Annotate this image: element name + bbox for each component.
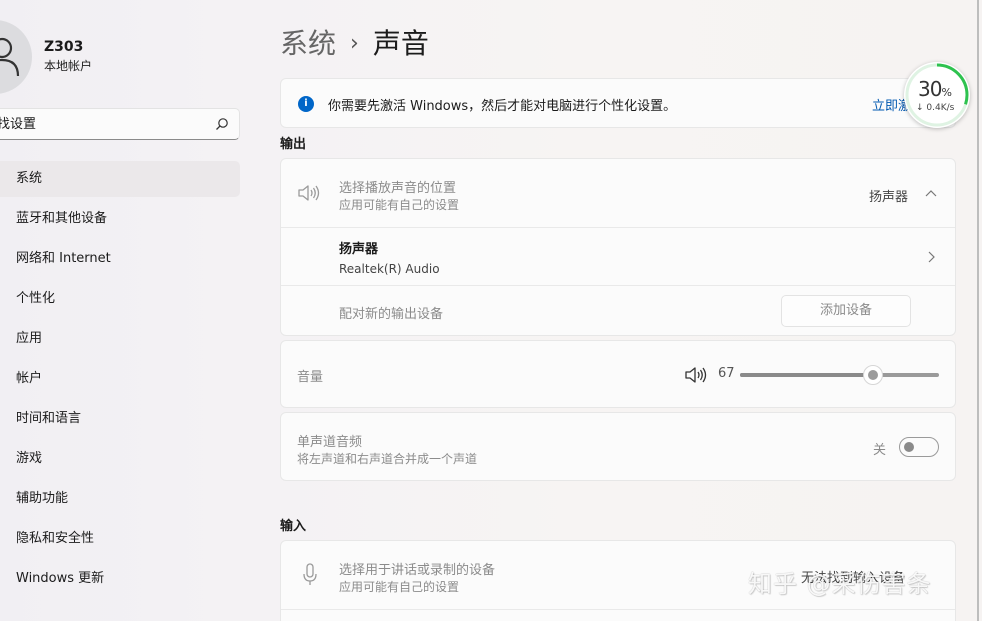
output-card: 选择播放声音的位置 应用可能有自己的设置 扬声器 扬声器 Realtek(R) … [280,158,956,336]
output-choose-subtitle: 应用可能有自己的设置 [339,198,460,212]
nav-item-accounts[interactable]: 帐户 [0,361,240,397]
input-section-title: 输入 [280,519,307,534]
add-device-button[interactable]: 添加设备 [781,295,911,327]
nav-item-privacy[interactable]: 隐私和安全性 [0,521,240,557]
volume-label: 音量 [297,370,324,385]
watermark: 知乎 @采伤害条 [748,570,932,598]
breadcrumb-parent[interactable]: 系统 [280,27,336,60]
nav-item-apps[interactable]: 应用 [0,321,240,357]
volume-slider[interactable] [740,365,939,385]
search-input[interactable] [0,109,205,139]
person-icon [0,37,20,76]
activation-banner: i 你需要先激活 Windows，然后才能对电脑进行个性化设置。 立即激 [280,78,956,128]
output-device-selector[interactable]: 选择播放声音的位置 应用可能有自己的设置 扬声器 [281,159,955,227]
input-choose-title: 选择用于讲话或录制的设备 [339,563,496,578]
volume-card: 音量 67 [280,340,956,408]
network-percent: 30% [918,77,952,101]
pair-output-label: 配对新的输出设备 [339,307,444,322]
nav-item-windows-update[interactable]: Windows 更新 [0,561,240,597]
output-selected-device: 扬声器 [869,190,909,205]
volume-slider-fill [740,373,874,377]
input-choose-subtitle: 应用可能有自己的设置 [339,580,460,594]
nav-item-personalization[interactable]: 个性化 [0,281,240,317]
scrollbar[interactable] [977,0,979,621]
nav-item-system[interactable]: 系统 [0,161,240,197]
output-device-speaker[interactable]: 扬声器 Realtek(R) Audio [281,227,955,285]
speaker-device-name: 扬声器 [339,242,379,257]
mono-audio-subtitle: 将左声道和右声道合并成一个声道 [297,452,478,466]
microphone-icon [302,563,318,591]
mono-audio-state: 关 [873,443,887,458]
search-icon[interactable] [215,117,229,135]
network-speed-widget[interactable]: 30% ↓ 0.4K/s [904,62,970,128]
mono-audio-title: 单声道音频 [297,435,363,450]
breadcrumb: 系统 › 声音 [280,22,429,62]
breadcrumb-chevron-icon: › [350,31,359,56]
search-box[interactable] [0,108,240,140]
pair-output-row: 配对新的输出设备 添加设备 [281,285,955,335]
mono-audio-toggle[interactable] [899,437,939,457]
activation-message: 你需要先激活 Windows，然后才能对电脑进行个性化设置。 [328,99,677,114]
volume-value: 67 [718,366,735,381]
nav-item-bluetooth[interactable]: 蓝牙和其他设备 [0,201,240,237]
sidebar: Z303 本地帐户 系统 蓝牙和其他设备 网络和 Internet 个性化 应用… [0,0,262,621]
nav-list: 系统 蓝牙和其他设备 网络和 Internet 个性化 应用 帐户 时间和语言 … [0,161,240,601]
speaker-icon [297,183,321,207]
volume-slider-thumb[interactable] [863,365,884,385]
output-choose-title: 选择播放声音的位置 [339,181,457,196]
chevron-right-icon [927,251,935,267]
user-name: Z303 [44,39,84,55]
page-title: 声音 [372,27,429,60]
user-avatar[interactable] [0,20,32,94]
user-account-type: 本地帐户 [44,59,93,73]
nav-item-time-language[interactable]: 时间和语言 [0,401,240,437]
output-section-title: 输出 [280,137,307,152]
input-next-row [281,609,955,621]
nav-item-accessibility[interactable]: 辅助功能 [0,481,240,517]
info-icon: i [298,96,314,112]
volume-icon[interactable] [684,365,708,389]
network-speed: ↓ 0.4K/s [916,103,955,113]
nav-item-gaming[interactable]: 游戏 [0,441,240,477]
nav-item-network[interactable]: 网络和 Internet [0,241,240,277]
chevron-up-icon[interactable] [925,188,937,203]
speaker-device-detail: Realtek(R) Audio [339,262,440,276]
mono-audio-card: 单声道音频 将左声道和右声道合并成一个声道 关 [280,412,956,481]
